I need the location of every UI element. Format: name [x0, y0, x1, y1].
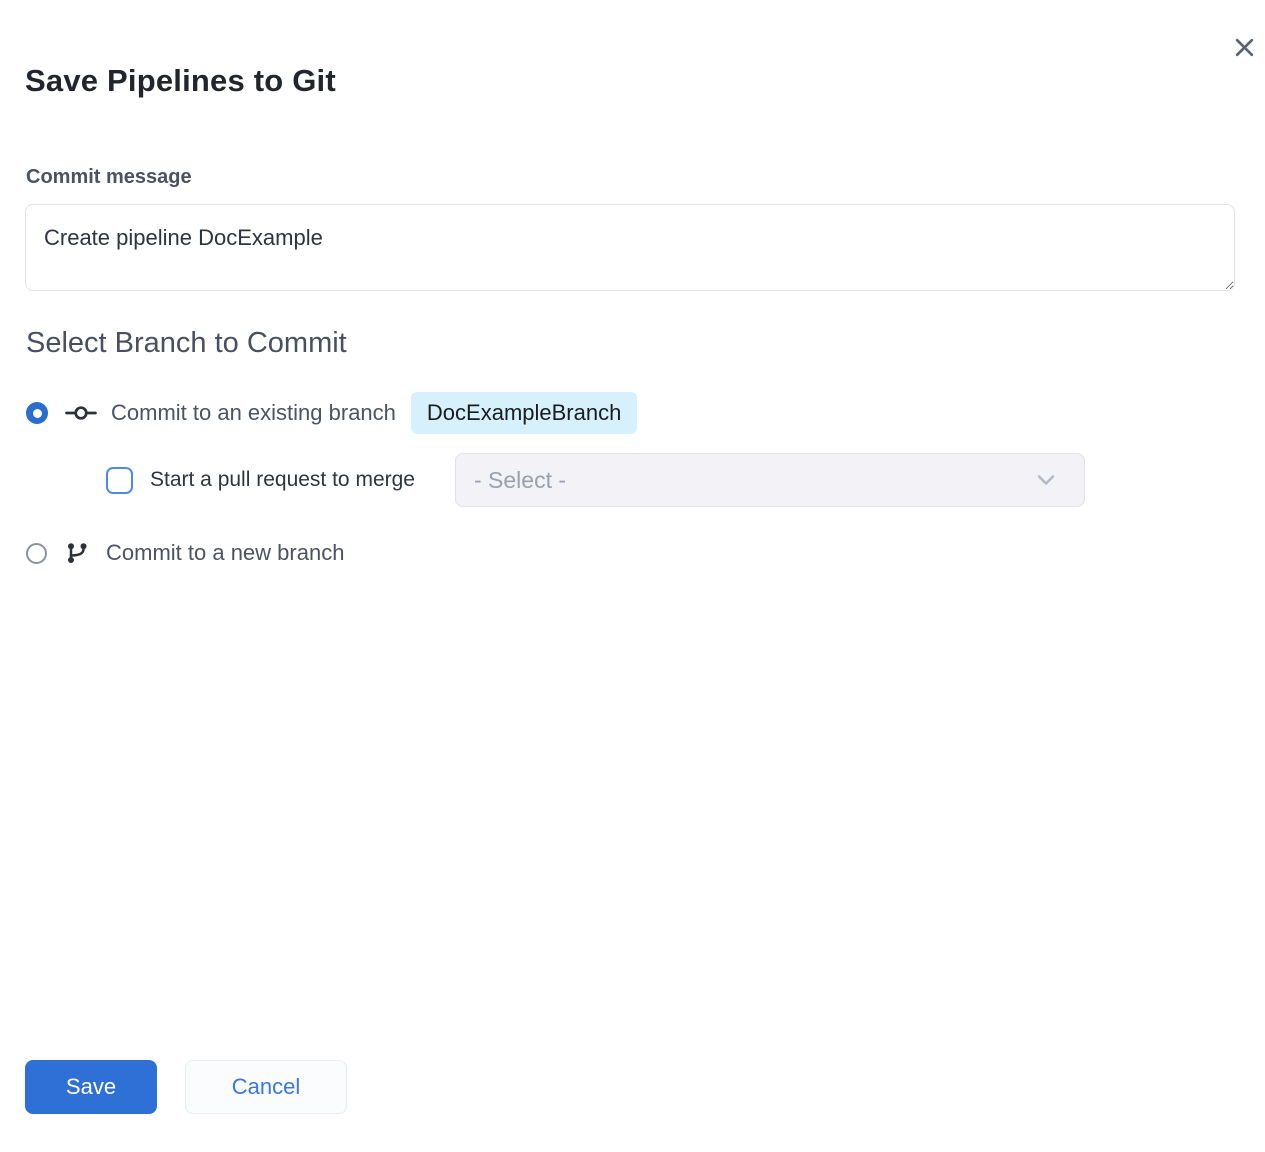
pull-request-label: Start a pull request to merge	[150, 468, 415, 492]
target-branch-select[interactable]: - Select -	[455, 453, 1085, 507]
git-branch-icon	[64, 540, 90, 566]
existing-branch-label: Commit to an existing branch	[111, 400, 396, 426]
modal-title: Save Pipelines to Git	[25, 63, 336, 99]
close-icon	[1233, 36, 1256, 59]
pull-request-row: Start a pull request to merge	[106, 453, 415, 507]
select-placeholder: - Select -	[474, 467, 1036, 494]
branch-tag[interactable]: DocExampleBranch	[411, 392, 637, 434]
existing-branch-radio[interactable]	[26, 402, 48, 424]
new-branch-row: Commit to a new branch	[26, 538, 344, 568]
chevron-down-icon	[1036, 474, 1056, 486]
save-button[interactable]: Save	[25, 1060, 157, 1114]
save-pipelines-to-git-modal: Save Pipelines to Git Commit message Cre…	[0, 0, 1265, 1152]
cancel-button[interactable]: Cancel	[185, 1060, 347, 1114]
close-button[interactable]	[1224, 27, 1264, 67]
radio-dot	[33, 409, 42, 418]
git-commit-icon	[64, 403, 98, 423]
new-branch-radio[interactable]	[26, 543, 47, 564]
existing-branch-row: Commit to an existing branch DocExampleB…	[26, 392, 637, 434]
commit-message-input[interactable]: Create pipeline DocExample	[25, 204, 1235, 291]
branch-section-heading: Select Branch to Commit	[26, 327, 347, 360]
pull-request-checkbox[interactable]	[106, 467, 133, 494]
commit-message-label: Commit message	[26, 166, 192, 189]
new-branch-label: Commit to a new branch	[106, 540, 344, 566]
